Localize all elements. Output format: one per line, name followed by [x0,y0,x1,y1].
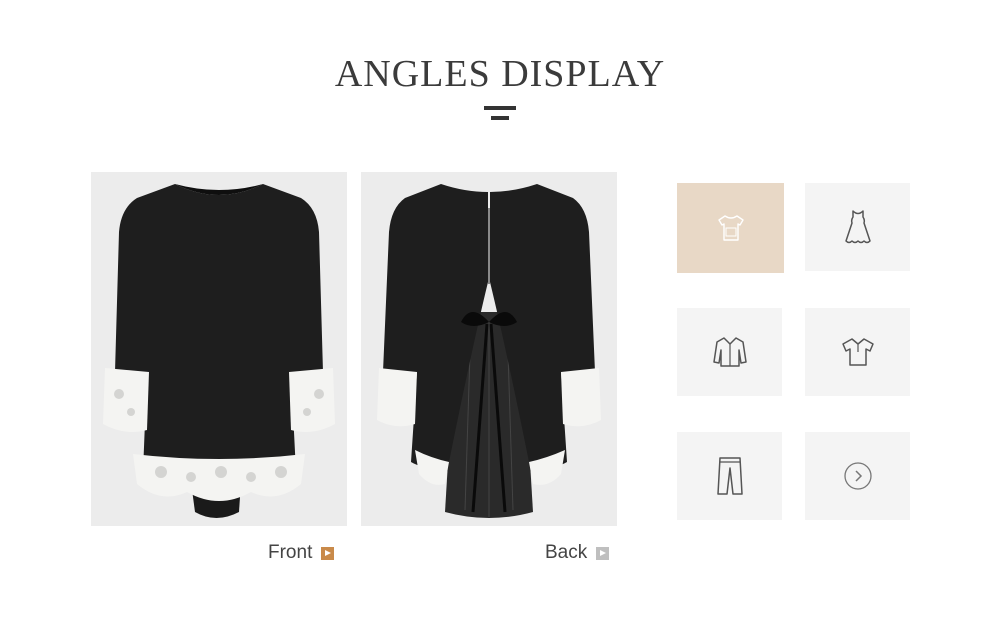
angle-tile-tshirt[interactable] [677,183,784,273]
section-title: ANGLES DISPLAY [334,53,666,95]
polo-icon [841,338,874,366]
angle-tile-dress[interactable] [805,183,910,271]
front-view-image[interactable] [91,172,347,526]
chevron-right-icon [843,462,872,490]
back-caption[interactable]: Back [545,541,610,565]
play-arrow-icon [596,546,610,560]
angle-tile-next[interactable] [805,432,910,520]
shirt-icon [712,337,747,367]
tshirt-icon [717,215,744,241]
back-view-image[interactable] [361,172,617,526]
front-caption-label: Front [268,542,313,563]
pants-icon [716,457,743,495]
back-caption-label: Back [545,542,588,563]
front-caption[interactable]: Front [268,541,335,565]
dress-icon [844,210,871,244]
play-arrow-icon [321,546,335,560]
angle-tile-polo[interactable] [805,308,910,396]
title-underline-mark [484,106,516,122]
angle-tile-pants[interactable] [677,432,782,520]
angle-tile-shirt[interactable] [677,308,782,396]
